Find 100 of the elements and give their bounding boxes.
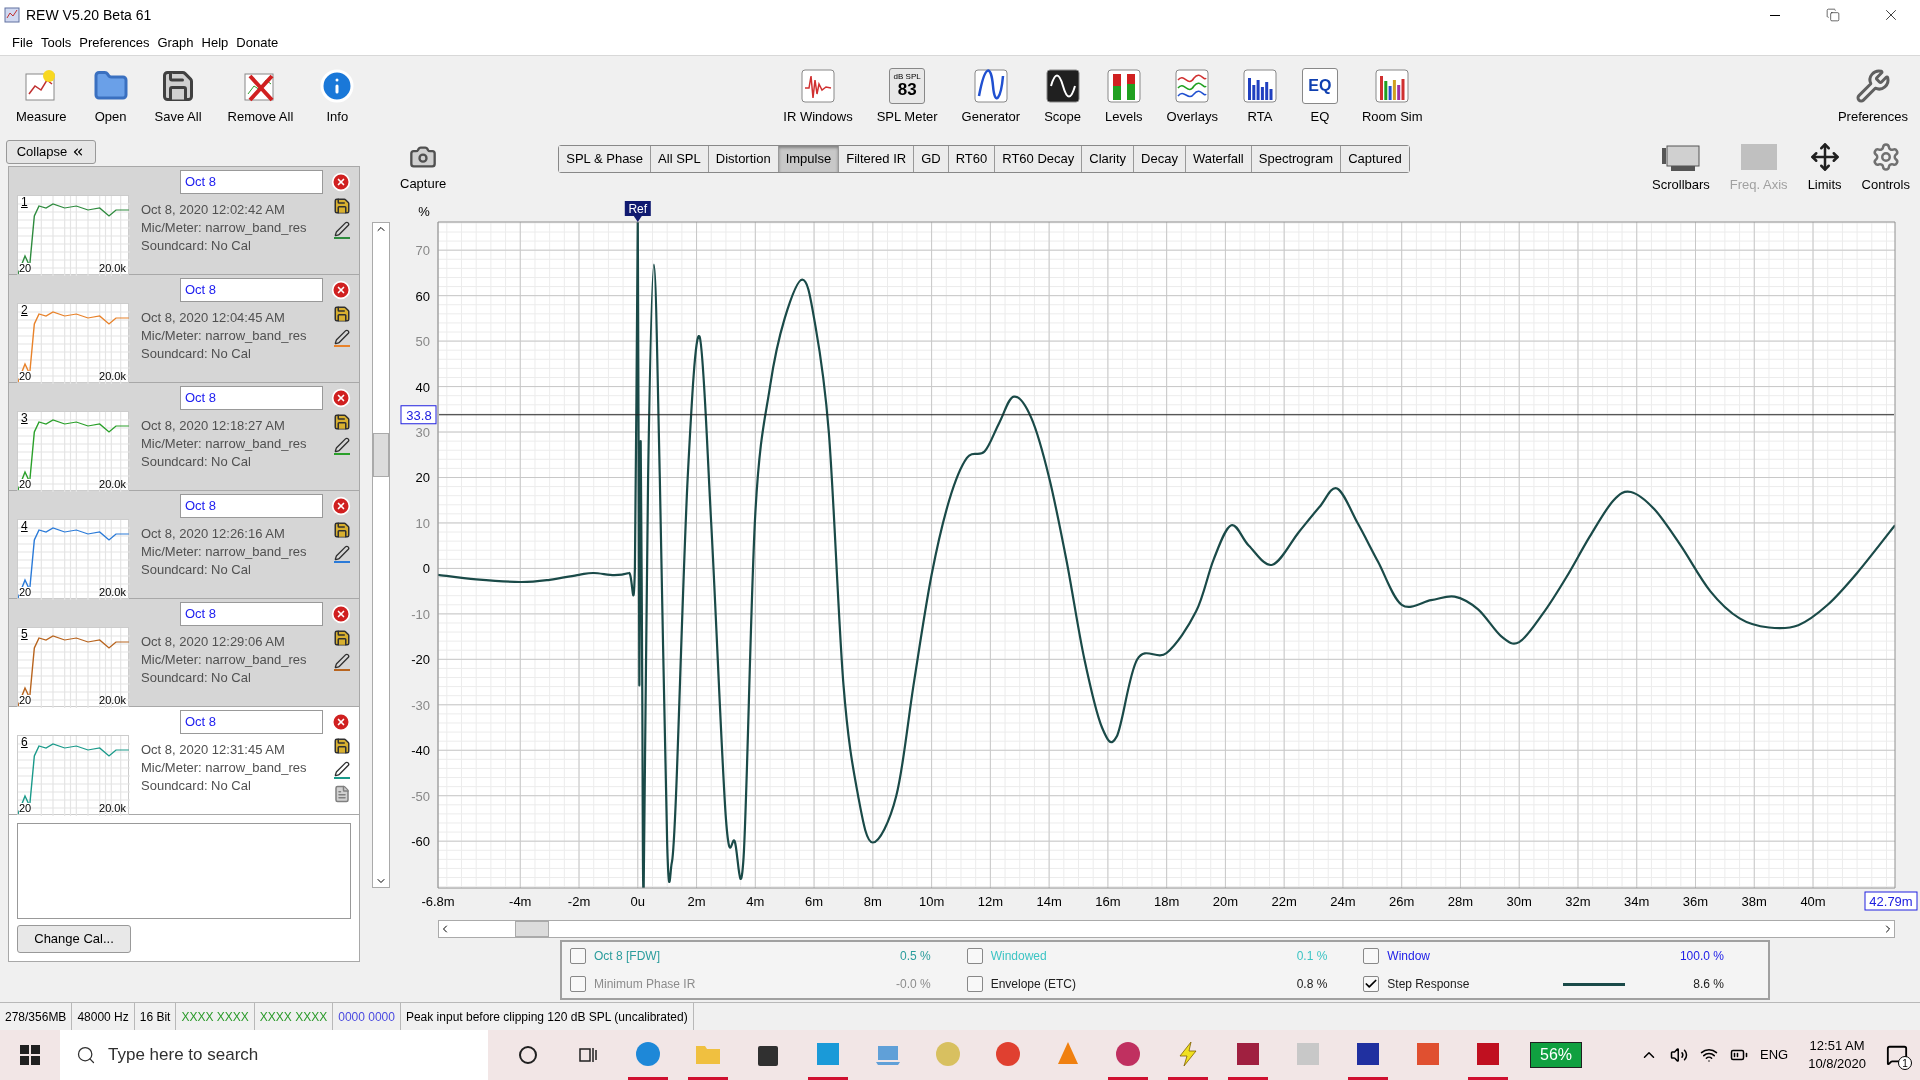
toolbar-button[interactable]: Remove All bbox=[223, 67, 298, 127]
name-field[interactable]: Oct 8 bbox=[180, 386, 323, 410]
circle-app-icon[interactable] bbox=[994, 1040, 1022, 1068]
checkbox[interactable] bbox=[570, 976, 586, 992]
circle-app-icon[interactable] bbox=[1114, 1040, 1142, 1068]
toolbar-button[interactable]: Limits bbox=[1803, 141, 1846, 195]
remove-icon[interactable] bbox=[331, 712, 351, 732]
name-field[interactable]: Oct 8 bbox=[180, 494, 323, 518]
task-view-icon[interactable] bbox=[578, 1045, 598, 1065]
pen-icon[interactable] bbox=[334, 761, 350, 779]
menu-item[interactable]: Tools bbox=[40, 32, 72, 53]
notification-icon[interactable] bbox=[1886, 1044, 1908, 1066]
menu-item[interactable]: Preferences bbox=[79, 32, 150, 53]
name-field[interactable]: Oct 8 bbox=[180, 602, 323, 626]
pen-icon[interactable] bbox=[334, 221, 350, 239]
name-field[interactable]: Oct 8 bbox=[180, 710, 323, 734]
toolbar-button[interactable]: Open bbox=[88, 67, 133, 127]
pen-icon[interactable] bbox=[334, 437, 350, 455]
axis-label: 20 bbox=[19, 263, 32, 274]
graph-tab[interactable]: Captured bbox=[1341, 146, 1409, 172]
square-app-icon[interactable] bbox=[1474, 1040, 1502, 1068]
capture-button[interactable]: Capture bbox=[400, 142, 447, 194]
graph-tab[interactable]: Impulse bbox=[778, 146, 840, 172]
name-field[interactable]: Oct 8 bbox=[180, 170, 323, 194]
remove-icon[interactable] bbox=[331, 388, 351, 408]
toolbar-button[interactable]: Generator bbox=[957, 67, 1025, 127]
vertical-scrollbar[interactable] bbox=[372, 222, 390, 888]
collapse-button[interactable]: Collapse bbox=[6, 140, 96, 164]
pen-icon[interactable] bbox=[334, 545, 350, 563]
search-field[interactable]: Type here to search bbox=[60, 1030, 488, 1080]
pen-icon[interactable] bbox=[334, 329, 350, 347]
remove-icon[interactable] bbox=[331, 280, 351, 300]
measurement-entry[interactable]: Oct 8 4 20 20.0k Oct 8, 2020 12:26:16 AM Mic/Meter: narrow_band_res Soundcard: No Cal bbox=[9, 491, 359, 599]
graph-tab[interactable]: SPL & Phase bbox=[559, 146, 652, 172]
measurement-entry[interactable]: Oct 8 1 20 20.0k Oct 8, 2020 12:02:42 AM Mic/Meter: narrow_band_res Soundcard: No Cal bbox=[9, 167, 359, 275]
remove-icon[interactable] bbox=[331, 604, 351, 624]
toolbar-button[interactable]: Preferences bbox=[1833, 67, 1912, 127]
pen-icon[interactable] bbox=[334, 653, 350, 671]
wifi-icon[interactable] bbox=[1700, 1046, 1718, 1064]
toolbar-button[interactable]: Controls bbox=[1857, 141, 1914, 195]
graph-tab[interactable]: RT60 Decay bbox=[995, 146, 1083, 172]
circle-icon[interactable] bbox=[518, 1045, 538, 1065]
toolbar-button[interactable]: Info bbox=[315, 67, 360, 127]
scroll-thumb[interactable] bbox=[373, 433, 389, 477]
graph-tab[interactable]: Spectrogram bbox=[1251, 146, 1342, 172]
status-text: XXXX XXXX bbox=[259, 1008, 328, 1026]
toolbar-button[interactable]: Room Sim bbox=[1357, 67, 1427, 127]
name-field[interactable]: Oct 8 bbox=[180, 278, 323, 302]
menu-item[interactable]: Graph bbox=[157, 32, 194, 53]
measurement-entry[interactable]: Oct 8 2 20 20.0k Oct 8, 2020 12:04:45 AM Mic/Meter: narrow_band_res Soundcard: No Cal bbox=[9, 275, 359, 383]
axis-tick-label: 40m bbox=[1800, 894, 1826, 909]
menu-item[interactable]: File bbox=[12, 32, 33, 53]
graph-tab[interactable]: Waterfall bbox=[1185, 146, 1252, 172]
change-cal-button[interactable]: Change Cal... bbox=[17, 925, 131, 953]
graph-tab[interactable]: RT60 bbox=[948, 146, 996, 172]
document-icon[interactable] bbox=[333, 785, 351, 803]
toolbar-button[interactable]: EQ EQ bbox=[1297, 67, 1342, 127]
checkbox[interactable] bbox=[1363, 948, 1380, 964]
toolbar-button[interactable]: RTA bbox=[1237, 67, 1282, 127]
graph-tab[interactable]: GD bbox=[914, 146, 949, 172]
graph-tab[interactable]: Clarity bbox=[1082, 146, 1135, 172]
checkbox[interactable] bbox=[1363, 976, 1380, 992]
menu-item[interactable]: Donate bbox=[236, 32, 279, 53]
remove-icon[interactable] bbox=[331, 496, 351, 516]
measurement-entry[interactable]: Oct 8 6 20 20.0k Oct 8, 2020 12:31:45 AM Mic/Meter: narrow_band_res Soundcard: No Cal bbox=[9, 707, 359, 815]
notes-field[interactable] bbox=[17, 823, 351, 919]
toolbar-button[interactable]: Levels bbox=[1101, 67, 1147, 127]
checkbox[interactable] bbox=[966, 948, 983, 964]
measurement-entry[interactable]: Oct 8 5 20 20.0k Oct 8, 2020 12:29:06 AM Mic/Meter: narrow_band_res Soundcard: No Cal bbox=[9, 599, 359, 707]
axis-tick-label: -10 bbox=[411, 606, 430, 622]
app-icon bbox=[4, 7, 20, 23]
graph-tab[interactable]: Distortion bbox=[708, 146, 779, 172]
sound-meter-icon: dB SPL 83 bbox=[889, 67, 926, 104]
cursor-time-label: 42.79m bbox=[1864, 891, 1918, 911]
measurement-entry[interactable]: Oct 8 3 20 20.0k Oct 8, 2020 12:18:27 AM Mic/Meter: narrow_band_res Soundcard: No Cal bbox=[9, 383, 359, 491]
toolbar-button[interactable]: Scrollbars bbox=[1648, 141, 1714, 195]
language-indicator[interactable]: ENG bbox=[1760, 1045, 1789, 1065]
square-app-icon[interactable] bbox=[1234, 1040, 1262, 1068]
toolbar-button[interactable]: Save All bbox=[150, 67, 206, 127]
speaker-icon[interactable] bbox=[1670, 1046, 1688, 1064]
windows-logo-icon[interactable] bbox=[20, 1045, 40, 1065]
remove-icon[interactable] bbox=[331, 172, 351, 192]
toolbar-button[interactable]: Overlays bbox=[1162, 67, 1222, 127]
toolbar-button[interactable]: Scope bbox=[1040, 67, 1086, 127]
graph-tab[interactable]: Decay bbox=[1134, 146, 1186, 172]
clock[interactable]: 12:51 AM 10/8/2020 bbox=[1800, 1037, 1874, 1073]
toolbar-button[interactable]: dB SPL 83 SPL Meter bbox=[872, 67, 942, 127]
toolbar-button[interactable]: IR Windows bbox=[779, 67, 857, 127]
horizontal-scrollbar[interactable] bbox=[438, 920, 1895, 938]
checkbox[interactable] bbox=[570, 948, 586, 964]
scroll-thumb[interactable] bbox=[514, 921, 549, 937]
graph-tab[interactable]: All SPL bbox=[651, 146, 709, 172]
toolbar-button[interactable]: Measure bbox=[12, 67, 71, 127]
graph-tab[interactable]: Filtered IR bbox=[839, 146, 915, 172]
checkbox[interactable] bbox=[966, 976, 983, 992]
axis-tick-label: -50 bbox=[411, 788, 430, 804]
menu-item[interactable]: Help bbox=[201, 32, 229, 53]
square-app-icon[interactable] bbox=[1354, 1040, 1382, 1068]
circle-app-icon[interactable] bbox=[634, 1040, 662, 1068]
legend-value: -0.0 % bbox=[895, 976, 931, 993]
